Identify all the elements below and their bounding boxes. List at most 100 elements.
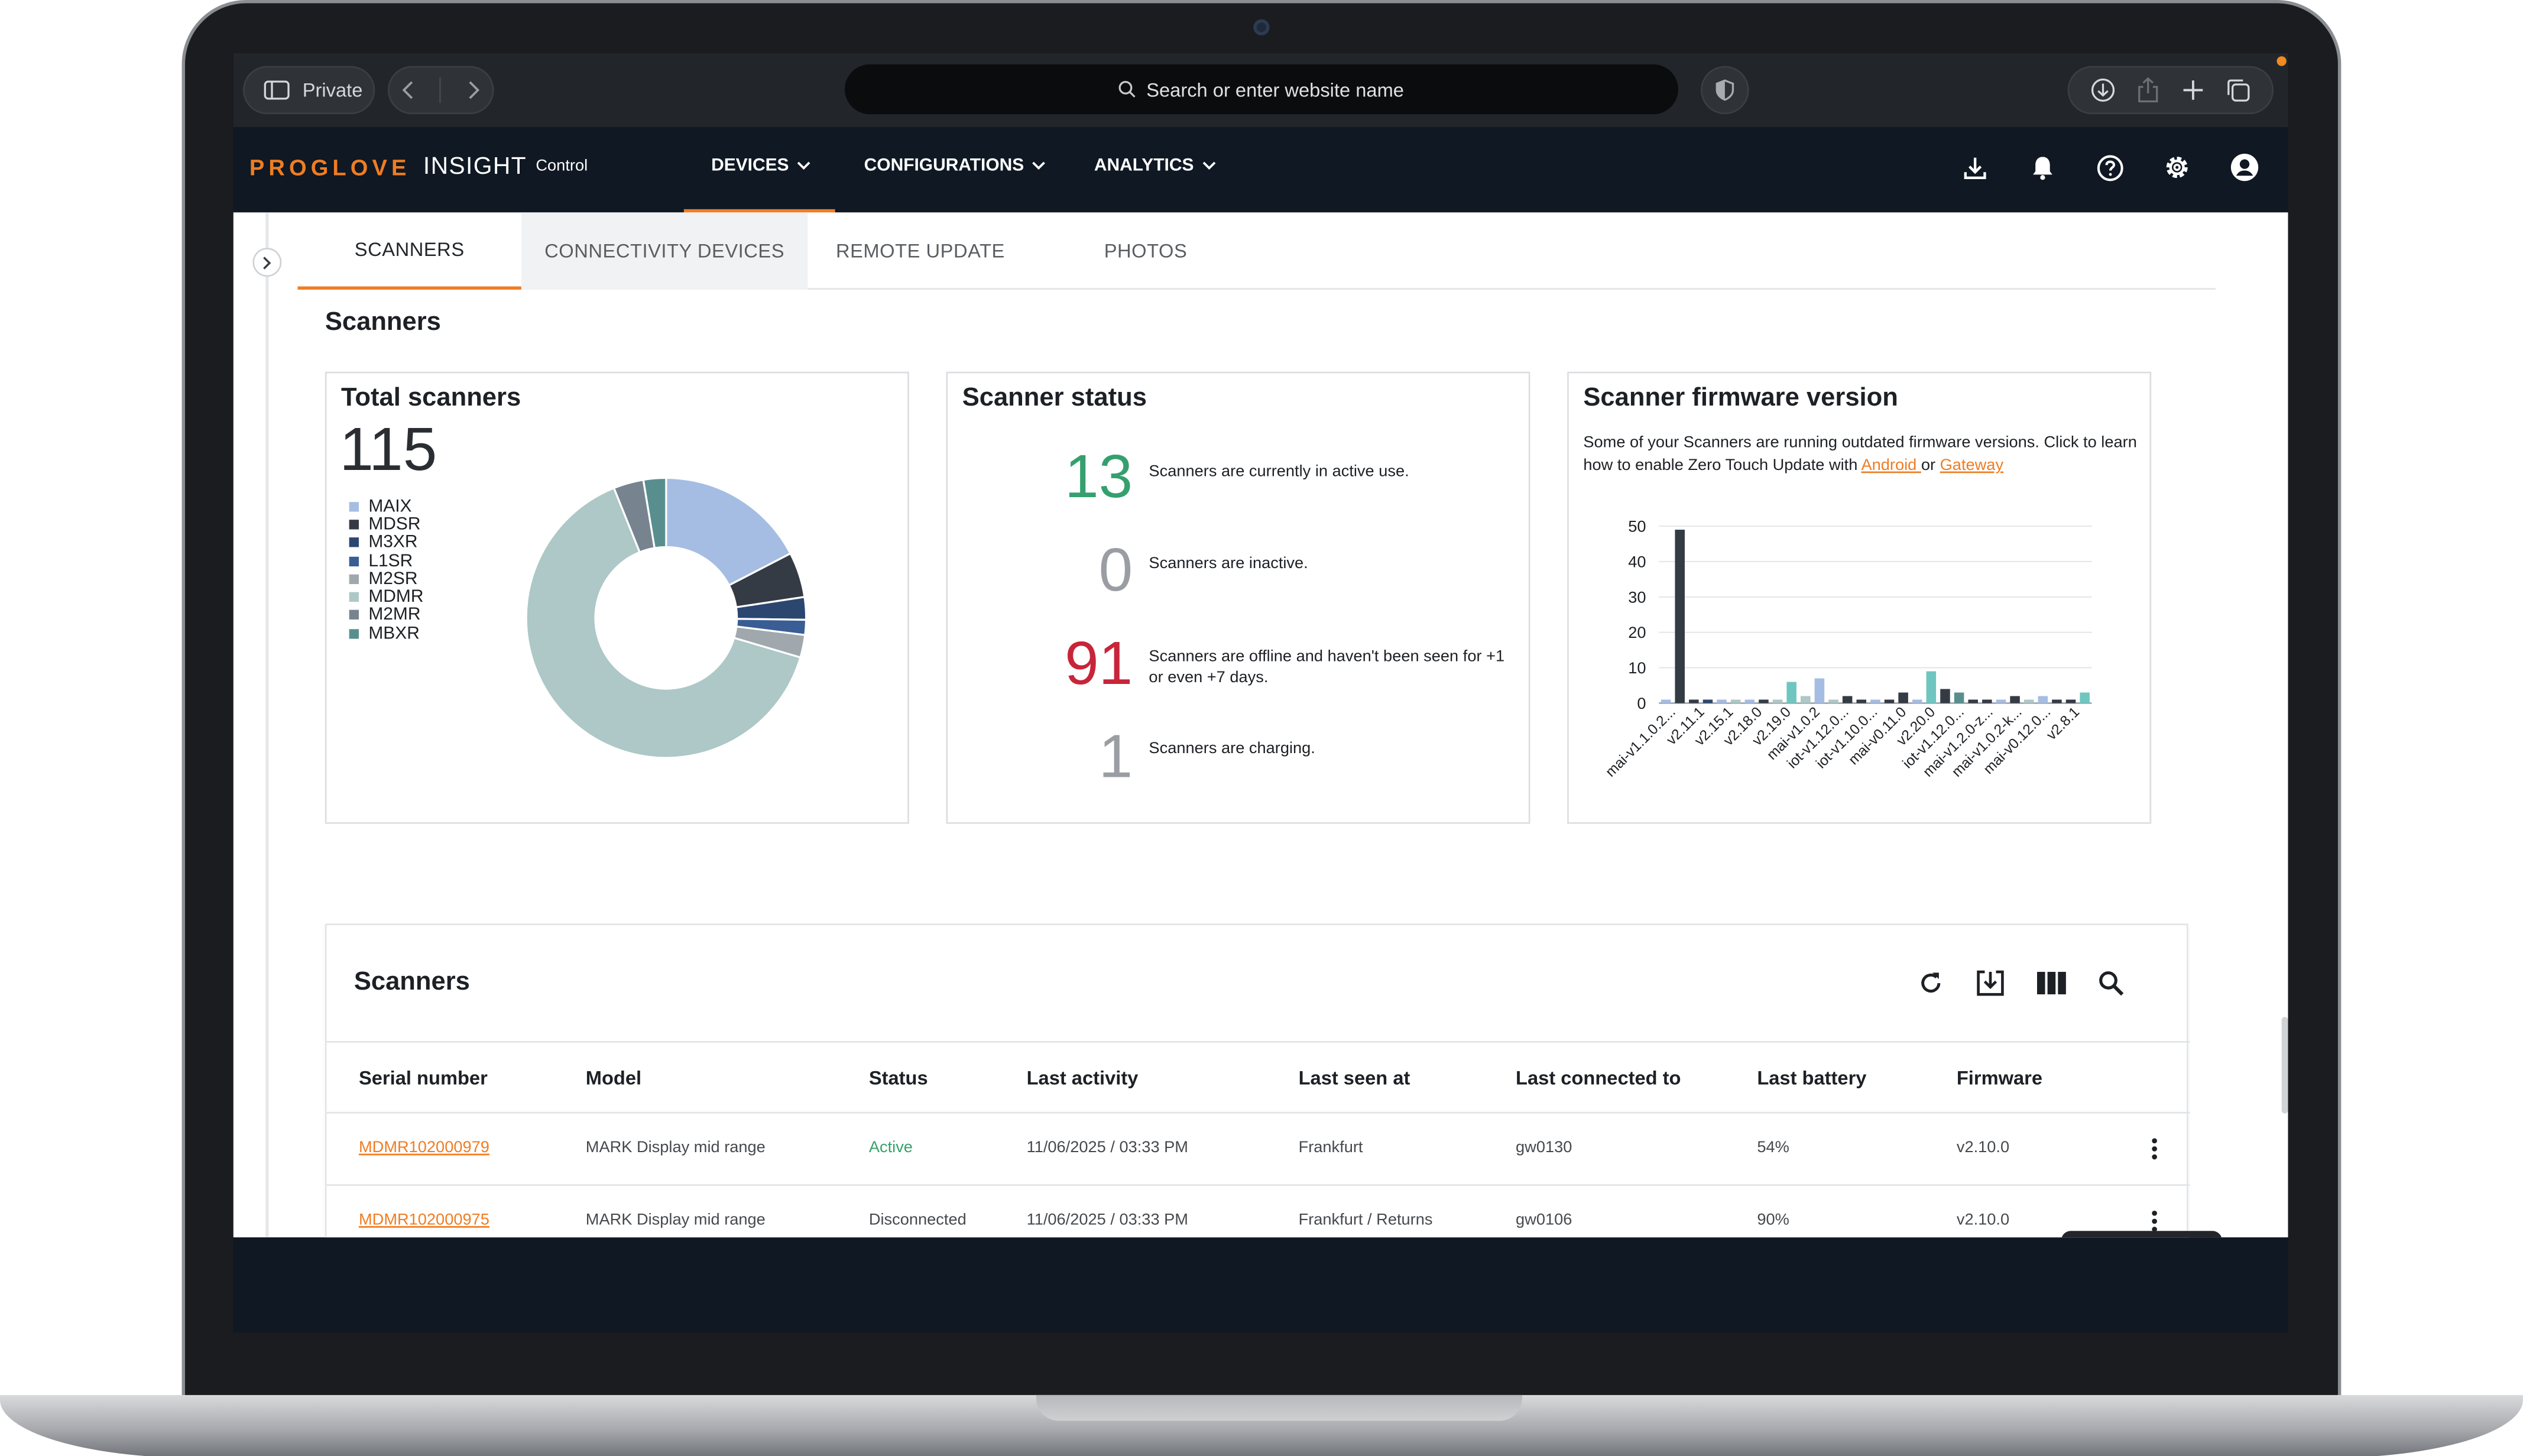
shield-icon xyxy=(1715,79,1734,101)
scanner-status-card: Scanner status 13 Scanners are currently… xyxy=(946,371,1530,824)
notifications-button[interactable] xyxy=(2026,151,2058,183)
tab-overview-icon[interactable] xyxy=(2226,77,2252,103)
firmware-bar[interactable] xyxy=(1842,696,1853,703)
legend-item[interactable]: M3XR xyxy=(349,533,424,552)
firmware-cell: v2.10.0 xyxy=(1956,1211,2010,1230)
firmware-bar[interactable] xyxy=(1814,678,1825,703)
column-last-activity[interactable]: Last activity xyxy=(1027,1067,1139,1089)
account-button[interactable] xyxy=(2229,151,2261,183)
settings-button[interactable] xyxy=(2161,151,2193,183)
refresh-button[interactable] xyxy=(1915,967,1947,999)
search-icon xyxy=(1119,80,1136,98)
row-menu-button[interactable] xyxy=(2146,1134,2162,1163)
tab-photos[interactable]: PHOTOS xyxy=(1033,212,1258,290)
logo-brand[interactable]: PROGLOVE xyxy=(249,154,411,180)
firmware-bar[interactable] xyxy=(1954,692,1964,703)
firmware-bar[interactable] xyxy=(1870,699,1880,703)
firmware-bar[interactable] xyxy=(1702,699,1713,703)
menu-configurations[interactable]: CONFIGURATIONS xyxy=(864,156,1047,176)
firmware-bar[interactable] xyxy=(1744,699,1755,703)
tab-scanners[interactable]: SCANNERS xyxy=(297,212,521,290)
share-icon[interactable] xyxy=(2137,77,2159,103)
scrollbar-thumb[interactable] xyxy=(2281,1017,2288,1114)
legend-item[interactable]: MAIX xyxy=(349,497,424,516)
bell-icon xyxy=(2032,157,2052,180)
column-firmware[interactable]: Firmware xyxy=(1957,1067,2042,1089)
firmware-bar[interactable] xyxy=(1856,699,1867,703)
android-link[interactable]: Android xyxy=(1861,457,1921,475)
forward-icon[interactable] xyxy=(465,80,481,100)
firmware-bar[interactable] xyxy=(1828,699,1838,703)
export-button[interactable] xyxy=(1974,967,2006,999)
connected-cell: gw0130 xyxy=(1516,1139,1572,1157)
firmware-bar[interactable] xyxy=(2052,699,2062,703)
private-tab-button[interactable]: Private xyxy=(243,66,375,115)
firmware-bar[interactable] xyxy=(2080,692,2090,703)
legend-item[interactable]: M2MR xyxy=(349,606,424,625)
address-bar[interactable]: Search or enter website name xyxy=(844,64,1678,115)
firmware-bar[interactable] xyxy=(1968,699,1978,703)
firmware-bar[interactable] xyxy=(1898,692,1908,703)
firmware-bar[interactable] xyxy=(2023,699,2034,703)
new-tab-icon[interactable] xyxy=(2181,79,2204,101)
column-last-battery[interactable]: Last battery xyxy=(1757,1067,1866,1089)
firmware-bar[interactable] xyxy=(1884,699,1895,703)
downloads-icon[interactable] xyxy=(2090,77,2116,103)
serial-link[interactable]: MDMR102000975 xyxy=(359,1212,489,1230)
menu-devices[interactable]: DEVICES xyxy=(711,156,812,176)
tab-remote-update[interactable]: REMOTE UPDATE xyxy=(808,212,1033,290)
y-tick-label: 20 xyxy=(1628,623,1646,641)
pie-legend: MAIX MDSR M3XR L1SR M2SR MDMR M2MR MBXR xyxy=(349,497,424,643)
firmware-bar[interactable] xyxy=(1926,671,1937,703)
firmware-cell: v2.10.0 xyxy=(1956,1139,2010,1157)
chevron-down-icon xyxy=(1033,161,1046,170)
tab-connectivity-devices[interactable]: CONNECTIVITY DEVICES xyxy=(521,212,808,290)
column-status[interactable]: Status xyxy=(869,1067,928,1089)
firmware-bar[interactable] xyxy=(1675,530,1685,703)
column-last-connected-to[interactable]: Last connected to xyxy=(1516,1067,1681,1089)
firmware-bar[interactable] xyxy=(1689,699,1699,703)
columns-button[interactable] xyxy=(2035,967,2067,999)
table-search-button[interactable] xyxy=(2095,967,2127,999)
gear-icon xyxy=(2166,157,2188,179)
firmware-bar[interactable] xyxy=(1661,699,1671,703)
download-button[interactable] xyxy=(1958,151,1990,183)
menu-analytics[interactable]: ANALYTICS xyxy=(1094,156,1217,176)
pie-chart[interactable] xyxy=(505,457,827,779)
table-row[interactable]: MDMR102000979 MARK Display mid range Act… xyxy=(326,1114,2190,1186)
firmware-bar[interactable] xyxy=(1940,689,1950,703)
legend-item[interactable]: MDMR xyxy=(349,588,423,607)
legend-item[interactable]: M2SR xyxy=(349,569,424,589)
table-row[interactable]: MDMR102000975 MARK Display mid range Dis… xyxy=(327,1186,2190,1237)
column-serial-number[interactable]: Serial number xyxy=(359,1067,488,1089)
status-active-text: Scanners are currently in active use. xyxy=(1149,463,1409,481)
firmware-bar[interactable] xyxy=(1996,699,2006,703)
expand-sidebar-button[interactable] xyxy=(252,248,282,277)
firmware-bar[interactable] xyxy=(2065,699,2076,703)
back-icon[interactable] xyxy=(401,80,417,100)
firmware-bar[interactable] xyxy=(2010,696,2020,703)
firmware-bar[interactable] xyxy=(1801,696,1811,703)
firmware-bar[interactable] xyxy=(1772,699,1783,703)
serial-link[interactable]: MDMR102000979 xyxy=(359,1139,489,1157)
firmware-bar[interactable] xyxy=(2038,696,2048,703)
column-last-seen-at[interactable]: Last seen at xyxy=(1299,1067,1410,1089)
y-tick-label: 30 xyxy=(1628,588,1646,606)
firmware-bar[interactable] xyxy=(1982,699,1992,703)
privacy-report-button[interactable] xyxy=(1701,66,1749,115)
column-model[interactable]: Model xyxy=(586,1067,641,1089)
firmware-bar[interactable] xyxy=(1717,699,1727,703)
stage: Private Search or enter website name PRO… xyxy=(0,0,2523,1456)
firmware-bar[interactable] xyxy=(1912,699,1922,703)
help-button[interactable] xyxy=(2093,151,2125,183)
firmware-bar[interactable] xyxy=(1786,682,1796,703)
table-header-row: Serial number Model Status Last activity… xyxy=(326,1041,2190,1114)
legend-item[interactable]: MBXR xyxy=(349,624,424,643)
firmware-bar-chart[interactable]: 01020304050mai-v1.1.0.2...v2.11.1v2.15.1… xyxy=(1569,502,2153,823)
battery-cell: 90% xyxy=(1757,1211,1789,1230)
firmware-bar[interactable] xyxy=(1759,699,1769,703)
legend-item[interactable]: L1SR xyxy=(349,551,424,570)
gateway-link[interactable]: Gateway xyxy=(1940,457,2003,475)
firmware-bar[interactable] xyxy=(1730,699,1741,703)
legend-item[interactable]: MDSR xyxy=(349,515,424,534)
